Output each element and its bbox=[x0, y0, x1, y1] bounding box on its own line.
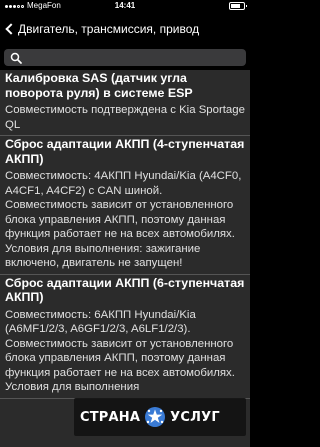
watermark-badge: СТРАНА УСЛУГ bbox=[74, 398, 246, 436]
list-item-4at-reset[interactable]: Сброс адаптации АКПП (4-ступенчатая АКПП… bbox=[0, 136, 250, 275]
item-description: Совместимость: 4АКПП Hyundai/Kia (A4CF0,… bbox=[5, 170, 242, 269]
navigation-bar: Двигатель, трансмиссия, привод bbox=[0, 12, 250, 46]
function-list: Калибровка SAS (датчик угла поворота рул… bbox=[0, 70, 250, 447]
item-description: Совместимость подтверждена с Kia Sportag… bbox=[5, 104, 245, 131]
status-bar: MegaFon 14:41 bbox=[0, 0, 250, 12]
battery-icon bbox=[229, 2, 247, 10]
search-field[interactable] bbox=[4, 49, 246, 66]
battery-group bbox=[229, 2, 247, 10]
search-icon bbox=[10, 52, 22, 64]
item-title: Калибровка SAS (датчик угла поворота рул… bbox=[5, 71, 193, 100]
status-time: 14:41 bbox=[114, 1, 136, 10]
item-description: Совместимость: 6АКПП Hyundai/Kia (A6MF1/… bbox=[5, 308, 235, 394]
chevron-left-icon bbox=[5, 23, 17, 35]
search-input[interactable] bbox=[22, 50, 246, 65]
search-bar bbox=[0, 46, 250, 70]
back-button[interactable] bbox=[0, 12, 18, 46]
page-title: Двигатель, трансмиссия, привод bbox=[18, 22, 200, 36]
item-title: Сброс адаптации АКПП (6-ступенчатая АКПП… bbox=[5, 275, 245, 305]
list-item-sas-calibration[interactable]: Калибровка SAS (датчик угла поворота рул… bbox=[0, 70, 250, 136]
item-title: Сброс адаптации АКПП (4-ступенчатая АКПП… bbox=[5, 137, 245, 166]
watermark-text-left: СТРАНА bbox=[80, 409, 141, 425]
stars-logo-icon bbox=[145, 407, 166, 427]
list-item-6at-reset[interactable]: Сброс адаптации АКПП (6-ступенчатая АКПП… bbox=[0, 275, 250, 399]
watermark-text-right: УСЛУГ bbox=[170, 409, 220, 425]
